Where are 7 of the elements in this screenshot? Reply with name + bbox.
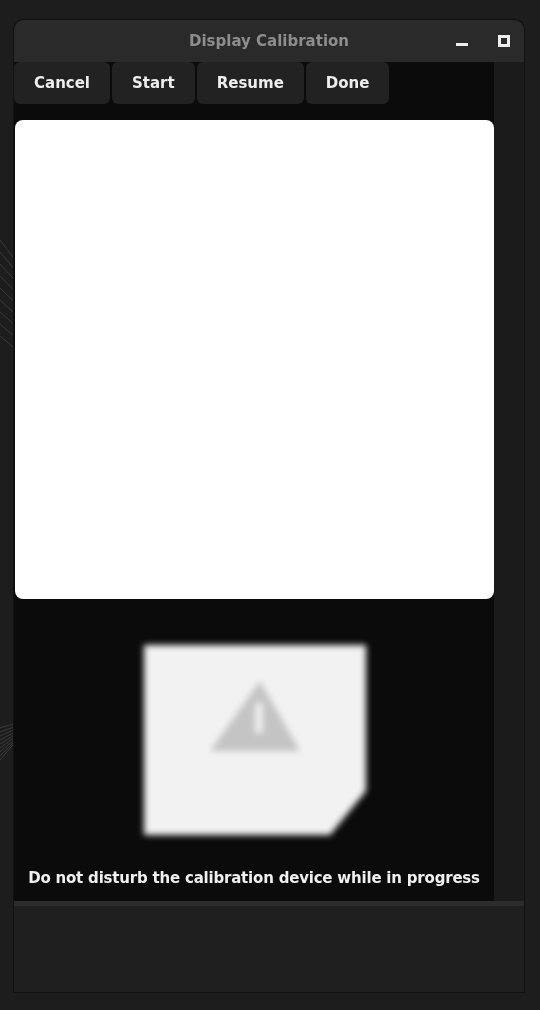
- window-title: Display Calibration: [189, 32, 349, 50]
- toolbar-button[interactable]: Start: [112, 62, 195, 104]
- toolbar-button[interactable]: Resume: [196, 62, 304, 104]
- toolbar-button[interactable]: Done: [305, 62, 390, 104]
- status-message: Do not disturb the calibration device while in progress: [27, 869, 481, 887]
- toolbar-button[interactable]: Cancel: [14, 62, 110, 104]
- maximize-icon[interactable]: [498, 35, 510, 47]
